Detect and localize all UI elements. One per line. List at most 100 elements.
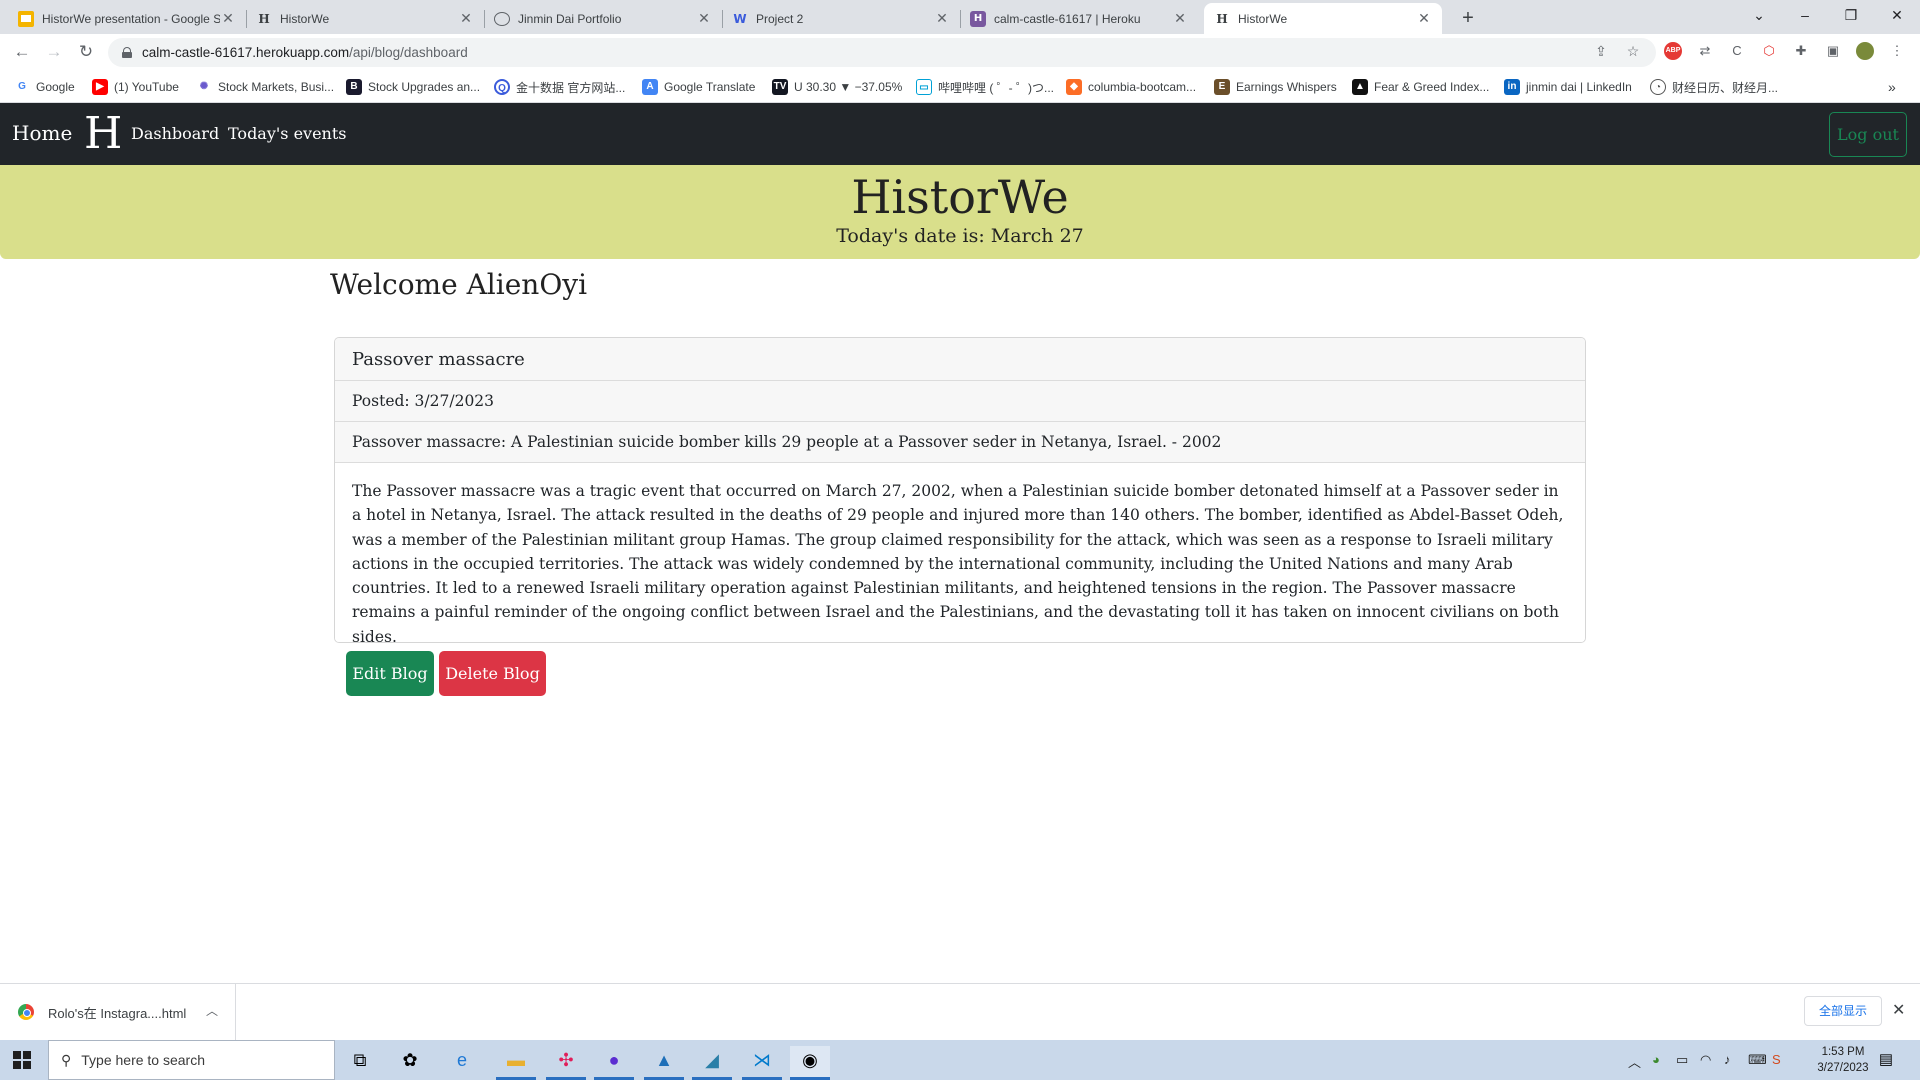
tab-project2[interactable]: W Project 2 ✕ [722, 3, 960, 34]
tray-app-icon[interactable]: ◕ [1652, 1052, 1660, 1067]
edit-blog-button[interactable]: Edit Blog [346, 651, 434, 696]
bookmark-youtube[interactable]: ▶ (1) YouTube [92, 78, 179, 96]
downloads-bar: Rolo's在 Instagra....html ︿ 全部显示 ✕ [0, 983, 1920, 1040]
close-icon[interactable]: ✕ [696, 10, 712, 27]
welcome-heading: Welcome AlienOyi [330, 268, 588, 301]
task-view-icon[interactable]: ⧉ [340, 1046, 380, 1080]
address-bar[interactable]: calm-castle-61617.herokuapp.com/api/blog… [108, 38, 1656, 67]
bookmark-cnbc[interactable]: ✺ Stock Markets, Busi... [196, 78, 334, 96]
app-icon[interactable]: ● [594, 1046, 634, 1080]
gitlab-icon: ◆ [1066, 79, 1082, 95]
close-icon[interactable]: ✕ [1892, 1000, 1905, 1020]
side-panel-icon[interactable]: ▣ [1824, 42, 1842, 60]
reload-icon[interactable]: ↻ [74, 41, 98, 65]
tab-title: Project 2 [756, 11, 804, 26]
menu-icon[interactable]: ⋮ [1888, 42, 1906, 60]
bookmark-tradingview[interactable]: TV U 30.30 ▼ −37.05% [772, 78, 902, 96]
tab-search-icon[interactable]: ⌄ [1736, 0, 1782, 32]
download-item[interactable]: Rolo's在 Instagra....html ︿ [0, 984, 236, 1040]
battery-icon[interactable]: ▭ [1676, 1052, 1688, 1068]
vscode-icon[interactable]: ⋊ [742, 1046, 782, 1080]
chrome-icon [18, 1004, 34, 1020]
close-icon[interactable]: ✕ [220, 10, 236, 27]
nav-dashboard-link[interactable]: Dashboard [131, 124, 219, 143]
forward-icon[interactable]: → [42, 41, 66, 65]
bookmark-label: 财经日历、财经月... [1672, 80, 1779, 95]
bookmark-linkedin[interactable]: in jinmin dai | LinkedIn [1504, 78, 1632, 96]
url-path: /api/blog/dashboard [349, 45, 468, 60]
bookmark-label: U 30.30 ▼ −37.05% [794, 80, 903, 94]
app-icon[interactable]: ✿ [390, 1046, 430, 1080]
bookmark-star-icon[interactable]: ☆ [1624, 42, 1642, 60]
restore-button[interactable]: ❐ [1828, 0, 1874, 32]
file-explorer-icon[interactable]: ▬ [496, 1046, 536, 1080]
show-all-downloads-button[interactable]: 全部显示 [1804, 996, 1882, 1026]
more-bookmarks-icon[interactable]: » [1888, 78, 1896, 96]
bookmark-gitlab[interactable]: ◆ columbia-bootcam... [1066, 78, 1196, 96]
bookmark-jin10[interactable]: Q 金十数据 官方网站... [494, 78, 625, 96]
taskbar-search-input[interactable]: ⚲ Type here to search [48, 1040, 335, 1080]
nav-home-link[interactable]: Home [12, 121, 72, 145]
notification-icon[interactable]: ▤ [1876, 1050, 1896, 1070]
clock-time: 1:53 PM [1821, 1046, 1865, 1058]
logout-button[interactable]: Log out [1829, 112, 1907, 157]
close-window-button[interactable]: ✕ [1874, 0, 1920, 32]
extension-icon[interactable]: ⇄ [1696, 42, 1714, 60]
app-icon[interactable]: ◢ [692, 1046, 732, 1080]
delete-blog-button[interactable]: Delete Blog [439, 651, 546, 696]
bookmark-label: Stock Upgrades an... [368, 80, 481, 94]
globe-icon [494, 11, 510, 26]
slides-icon [18, 10, 34, 27]
share-icon[interactable]: ⇪ [1592, 42, 1610, 60]
tab-portfolio[interactable]: Jinmin Dai Portfolio ✕ [484, 3, 722, 34]
keyboard-icon[interactable]: ⌨ [1748, 1052, 1767, 1068]
bookmark-google[interactable]: G Google [14, 78, 75, 96]
new-tab-button[interactable]: + [1455, 6, 1481, 32]
bookmark-label: Fear & Greed Index... [1374, 80, 1490, 94]
slack-icon[interactable]: ✣ [546, 1046, 586, 1080]
chrome-taskbar-icon[interactable]: ◉ [790, 1046, 830, 1080]
bookmark-label: 金十数据 官方网站... [516, 80, 626, 95]
bookmark-bilibili[interactable]: ▭ 哔哩哔哩 ( ゜- ゜)つ... [916, 78, 1054, 96]
translate-icon: A [642, 79, 658, 95]
bookmark-stock-upgrades[interactable]: B Stock Upgrades an... [346, 78, 480, 96]
adblock-icon[interactable]: ABP [1664, 42, 1682, 60]
close-icon[interactable]: ✕ [1172, 10, 1188, 27]
back-icon[interactable]: ← [10, 41, 34, 65]
wifi-icon[interactable]: ◠ [1700, 1052, 1711, 1068]
bookmark-calendar[interactable]: ◔ 财经日历、财经月... [1650, 78, 1778, 96]
bookmark-label: columbia-bootcam... [1088, 80, 1197, 94]
tab-historwe-active[interactable]: H HistorWe ✕ [1204, 3, 1442, 34]
cnn-icon: ▲ [1352, 79, 1368, 95]
bookmarks-bar: G Google ▶ (1) YouTube ✺ Stock Markets, Bus… [0, 71, 1920, 103]
linkedin-icon: in [1504, 79, 1520, 95]
ie-icon[interactable]: e [442, 1046, 482, 1080]
extension-icon[interactable]: ⬡ [1760, 42, 1778, 60]
minimize-button[interactable]: – [1782, 0, 1828, 32]
close-icon[interactable]: ✕ [934, 10, 950, 27]
taskbar-clock[interactable]: 1:53 PM 3/27/2023 [1813, 1044, 1873, 1076]
ime-icon[interactable]: S [1772, 1052, 1781, 1067]
lock-icon[interactable] [122, 47, 132, 58]
tab-slides[interactable]: HistorWe presentation - Google S ✕ [8, 3, 246, 34]
bookmark-fear-greed[interactable]: ▲ Fear & Greed Index... [1352, 78, 1489, 96]
chevron-up-icon[interactable]: ︿ [206, 1002, 218, 1019]
blog-posted-date: Posted: 3/27/2023 [335, 381, 1585, 422]
tray-chevron-icon[interactable]: ︿ [1628, 1052, 1641, 1071]
windows-start-icon[interactable] [13, 1051, 31, 1069]
site-logo[interactable]: H [84, 109, 122, 159]
todays-date: Today's date is: March 27 [836, 225, 1084, 247]
tab-historwe[interactable]: H HistorWe ✕ [246, 3, 484, 34]
tab-heroku[interactable]: H calm-castle-61617 | Heroku ✕ [960, 3, 1198, 34]
volume-icon[interactable]: ♪ [1724, 1052, 1731, 1067]
bookmark-translate[interactable]: A Google Translate [642, 78, 755, 96]
close-icon[interactable]: ✕ [1416, 10, 1432, 27]
blog-card: Passover massacre Posted: 3/27/2023 Pass… [334, 337, 1586, 643]
nav-events-link[interactable]: Today's events [228, 124, 347, 143]
photos-icon[interactable]: ▲ [644, 1046, 684, 1080]
extension-icon[interactable]: C [1728, 42, 1746, 60]
close-icon[interactable]: ✕ [458, 10, 474, 27]
bookmark-earnings[interactable]: E Earnings Whispers [1214, 78, 1337, 96]
puzzle-icon[interactable]: ✚ [1792, 42, 1810, 60]
profile-avatar[interactable] [1856, 42, 1874, 60]
